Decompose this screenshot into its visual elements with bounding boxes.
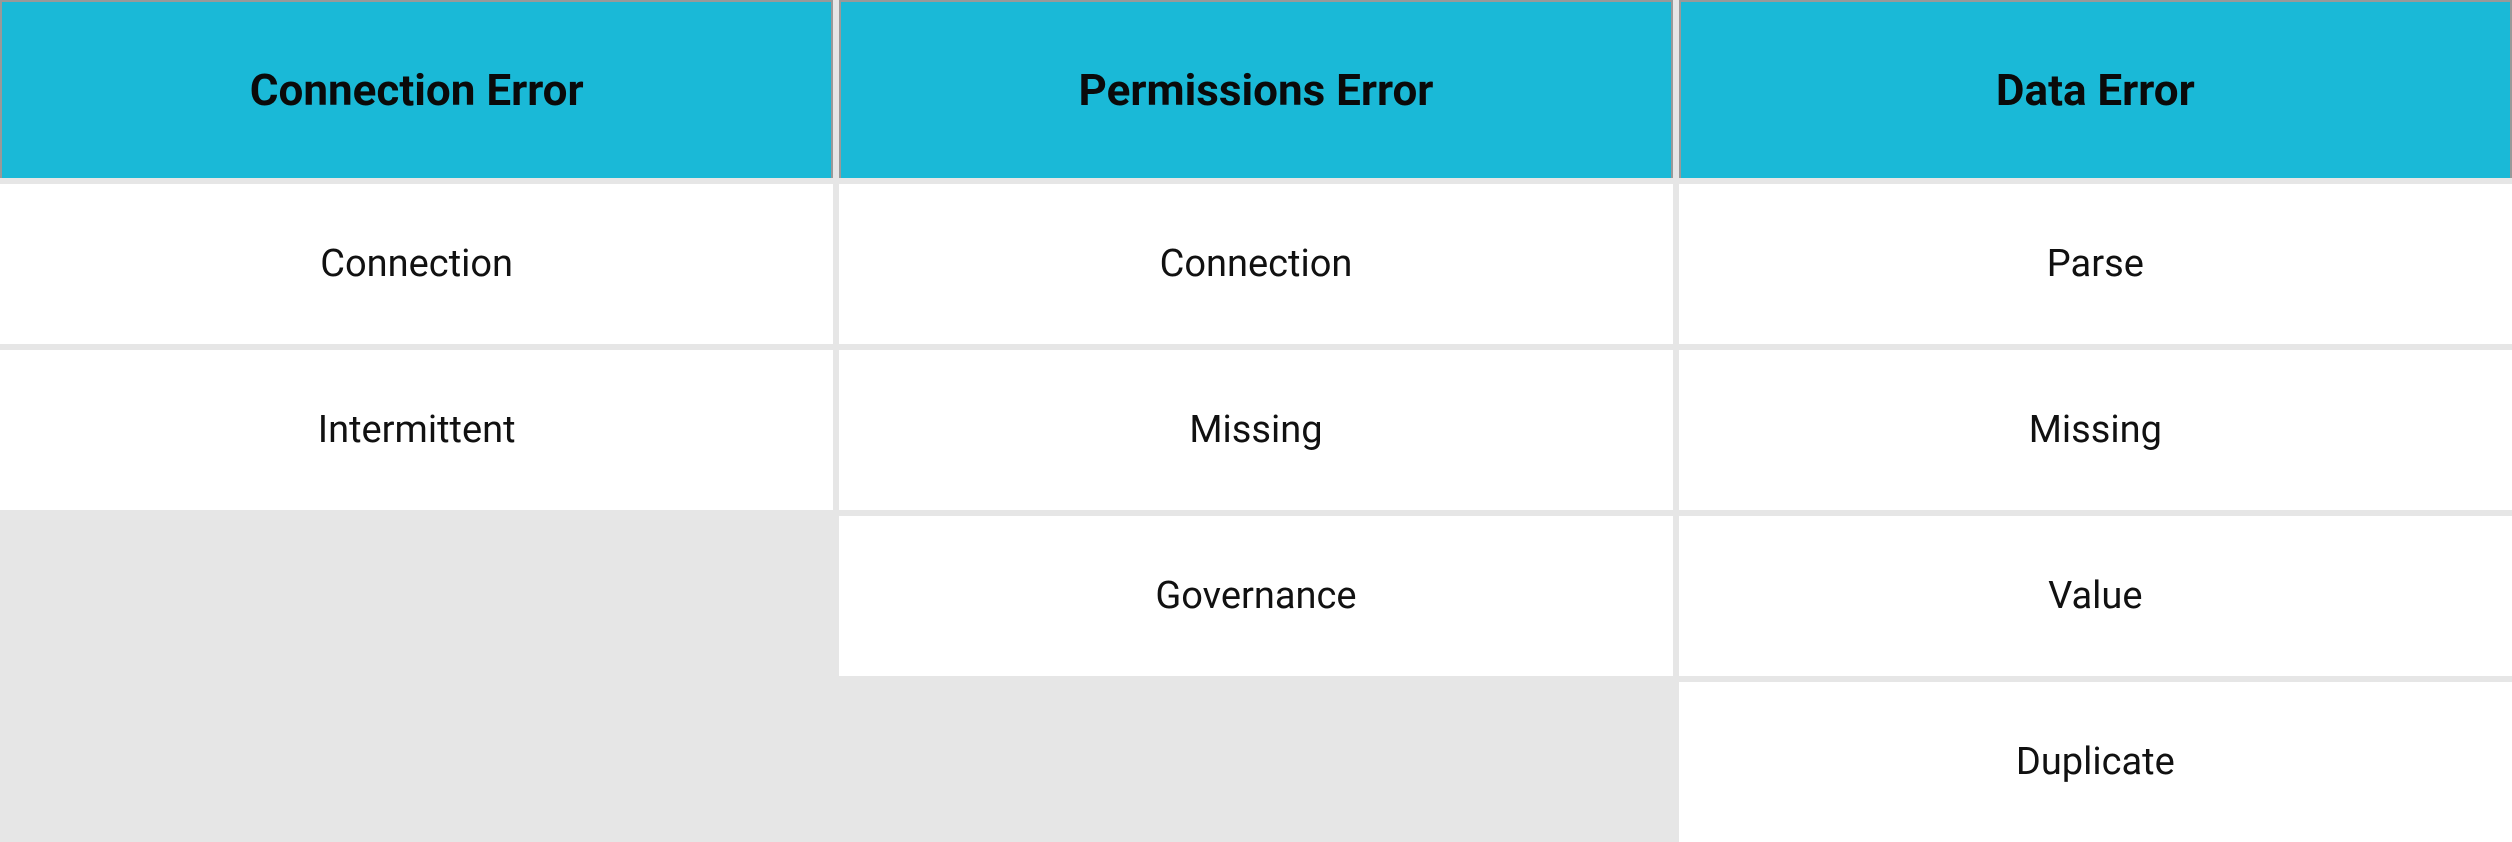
header-permissions-error: Permissions Error <box>839 0 1672 178</box>
table-cell: Parse <box>1679 184 2512 344</box>
table-cell: Intermittent <box>0 350 833 510</box>
table-cell-empty <box>0 682 833 842</box>
header-data-error: Data Error <box>1679 0 2512 178</box>
table-cell: Missing <box>839 350 1672 510</box>
table-cell: Connection <box>0 184 833 344</box>
table-cell-empty <box>839 682 1672 842</box>
table-cell: Duplicate <box>1679 682 2512 842</box>
header-connection-error: Connection Error <box>0 0 833 178</box>
table-cell: Governance <box>839 516 1672 676</box>
table-cell: Value <box>1679 516 2512 676</box>
table-cell: Connection <box>839 184 1672 344</box>
table-cell: Missing <box>1679 350 2512 510</box>
error-table: Connection Error Permissions Error Data … <box>0 0 2512 836</box>
table-cell-empty <box>0 516 833 676</box>
